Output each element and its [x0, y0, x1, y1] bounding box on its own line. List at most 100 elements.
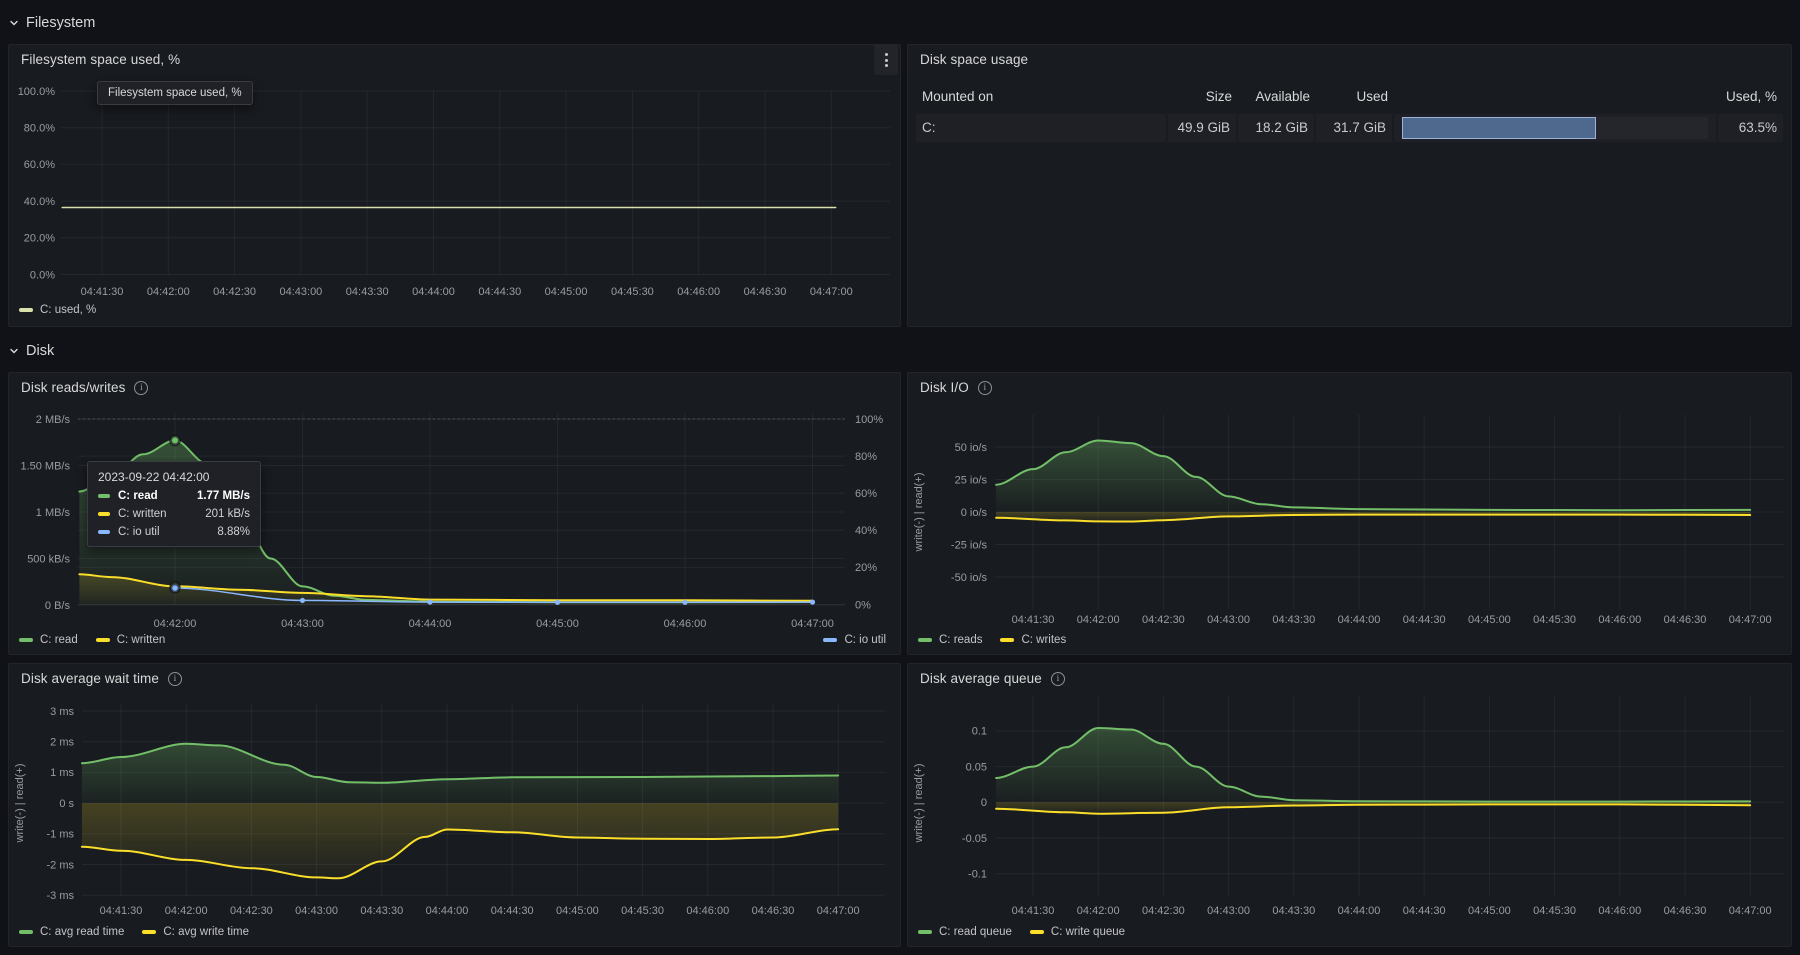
legend-series-marker: [142, 930, 156, 934]
info-icon[interactable]: [1051, 672, 1065, 686]
x-axis-tick-label: 04:46:00: [1598, 614, 1641, 626]
legend-series-marker: [823, 638, 837, 642]
chart-legend: C: read C: written C: io util: [19, 634, 886, 646]
y-axis-tick-label: 0.0%: [30, 269, 55, 281]
legend-item[interactable]: C: reads: [918, 634, 982, 646]
legend-item[interactable]: C: avg write time: [142, 926, 249, 938]
legend-item[interactable]: C: write queue: [1030, 926, 1125, 938]
x-axis-tick-label: 04:41:30: [100, 905, 143, 917]
disk-avg-queue-panel: Disk average queue 0.10.050-0.05-0.104:4…: [907, 663, 1792, 947]
panel-menu-button[interactable]: [874, 45, 898, 75]
column-header-size[interactable]: Size: [1168, 83, 1238, 110]
legend-series-label: C: read: [40, 634, 78, 646]
x-axis-tick-label: 04:43:30: [360, 905, 403, 917]
tooltip-text: Filesystem space used, %: [108, 87, 242, 99]
panel-title[interactable]: Disk average wait time: [21, 671, 159, 686]
legend-item[interactable]: C: read queue: [918, 926, 1012, 938]
x-axis-tick-label: 04:44:00: [426, 905, 469, 917]
y-axis-right-tick-label: 20%: [855, 562, 877, 574]
y-axis-tick-label: 500 kB/s: [27, 553, 70, 565]
tooltip-row: C: read1.77 MB/s: [98, 490, 250, 502]
x-axis-tick-label: 04:45:00: [545, 286, 588, 298]
y-axis-tick-label: 40.0%: [24, 196, 55, 208]
legend-series-label: C: io util: [844, 634, 886, 646]
legend-item[interactable]: C: written: [96, 634, 166, 646]
x-axis-tick-label: 04:44:00: [1338, 905, 1381, 917]
tooltip-series-value: 1.77 MB/s: [197, 490, 250, 502]
legend-series-label: C: writes: [1021, 634, 1066, 646]
series-point: [682, 600, 687, 605]
panel-title[interactable]: Disk reads/writes: [21, 380, 125, 395]
y-axis-tick-label: -50 io/s: [951, 572, 988, 584]
x-axis-tick-label: 04:45:30: [1533, 614, 1576, 626]
series-point: [555, 600, 560, 605]
cell-size: 49.9 GiB: [1168, 114, 1238, 142]
disk-io-chart[interactable]: 50 io/s25 io/s0 io/s-25 io/s-50 io/s04:4…: [908, 373, 1791, 654]
x-axis-tick-label: 04:45:30: [1533, 905, 1576, 917]
panel-title[interactable]: Filesystem space used, %: [21, 52, 180, 67]
legend-series-marker: [19, 308, 33, 312]
x-axis-tick-label: 04:45:00: [1468, 905, 1511, 917]
y-axis-tick-label: 3 ms: [50, 706, 74, 718]
tooltip-row: C: io util8.88%: [98, 526, 250, 538]
disk-avg-wait-chart[interactable]: 3 ms2 ms1 ms0 s-1 ms-2 ms-3 ms04:41:3004…: [9, 664, 900, 946]
y-axis-tick-label: 2 ms: [50, 737, 74, 749]
panel-title[interactable]: Disk I/O: [920, 380, 969, 395]
cell-used-pct: 63.5%: [1718, 114, 1783, 142]
tooltip-series-marker: [98, 494, 110, 498]
y-axis-tick-label: 100.0%: [18, 86, 56, 98]
series-point: [810, 599, 815, 604]
x-axis-tick-label: 04:42:30: [213, 286, 256, 298]
legend-item[interactable]: C: read: [19, 634, 78, 646]
chart-svg: 0.10.050-0.05-0.104:41:3004:42:0004:42:3…: [908, 664, 1793, 948]
y-axis-right-tick-label: 60%: [855, 488, 877, 500]
column-header-used[interactable]: Used: [1316, 83, 1394, 110]
info-icon[interactable]: [134, 381, 148, 395]
panel-title[interactable]: Disk space usage: [920, 52, 1028, 67]
legend-series-marker: [19, 638, 33, 642]
y-axis-tick-label: 50 io/s: [955, 442, 988, 454]
column-header-available[interactable]: Available: [1238, 83, 1316, 110]
y-axis-tick-label: 1 ms: [50, 767, 74, 779]
y-axis-right-tick-label: 0%: [855, 599, 871, 611]
tooltip-series-marker: [98, 512, 110, 516]
column-header-mounted-on[interactable]: Mounted on: [916, 83, 1168, 110]
legend-series-label: C: read queue: [939, 926, 1012, 938]
x-axis-tick-label: 04:42:00: [1077, 905, 1120, 917]
info-icon[interactable]: [978, 381, 992, 395]
cell-usage-bar: [1394, 114, 1718, 142]
legend-item[interactable]: C: writes: [1000, 634, 1066, 646]
y-axis-title: write(-) | read(+): [913, 473, 925, 553]
panel-title[interactable]: Disk average queue: [920, 671, 1042, 686]
y-axis-tick-label: 20.0%: [24, 233, 55, 245]
chart-svg: 3 ms2 ms1 ms0 s-1 ms-2 ms-3 ms04:41:3004…: [9, 664, 902, 948]
legend-item[interactable]: C: avg read time: [19, 926, 124, 938]
legend-series-label: C: reads: [939, 634, 982, 646]
section-header-disk[interactable]: Disk: [8, 340, 54, 362]
y-axis-tick-label: 80.0%: [24, 123, 55, 135]
x-axis-tick-label: 04:42:00: [154, 618, 197, 630]
x-axis-tick-label: 04:42:30: [230, 905, 273, 917]
tooltip-series-value: 201 kB/s: [205, 508, 250, 520]
y-axis-tick-label: 0 io/s: [961, 507, 988, 519]
cell-used: 31.7 GiB: [1316, 114, 1394, 142]
x-axis-tick-label: 04:42:00: [1077, 614, 1120, 626]
y-axis-tick-label: -0.1: [968, 869, 987, 881]
legend-item[interactable]: C: used, %: [19, 304, 96, 316]
x-axis-tick-label: 04:46:30: [744, 286, 787, 298]
table-header-row: Mounted on Size Available Used Used, %: [916, 83, 1783, 110]
table-row[interactable]: C: 49.9 GiB 18.2 GiB 31.7 GiB 63.5%: [916, 114, 1783, 142]
series-fill-area: [82, 803, 838, 878]
x-axis-tick-label: 04:47:00: [817, 905, 860, 917]
y-axis-right-tick-label: 80%: [855, 451, 877, 463]
x-axis-tick-label: 04:43:30: [346, 286, 389, 298]
info-icon[interactable]: [168, 672, 182, 686]
tooltip-timestamp: 2023-09-22 04:42:00: [98, 470, 250, 484]
chart-legend: C: avg read time C: avg write time: [19, 926, 886, 938]
section-header-filesystem[interactable]: Filesystem: [8, 12, 95, 34]
cell-mounted-on: C:: [916, 114, 1168, 142]
x-axis-tick-label: 04:42:30: [1142, 614, 1185, 626]
column-header-used-pct[interactable]: Used, %: [1718, 83, 1783, 110]
legend-item[interactable]: C: io util: [823, 634, 886, 646]
disk-avg-queue-chart[interactable]: 0.10.050-0.05-0.104:41:3004:42:0004:42:3…: [908, 664, 1791, 946]
